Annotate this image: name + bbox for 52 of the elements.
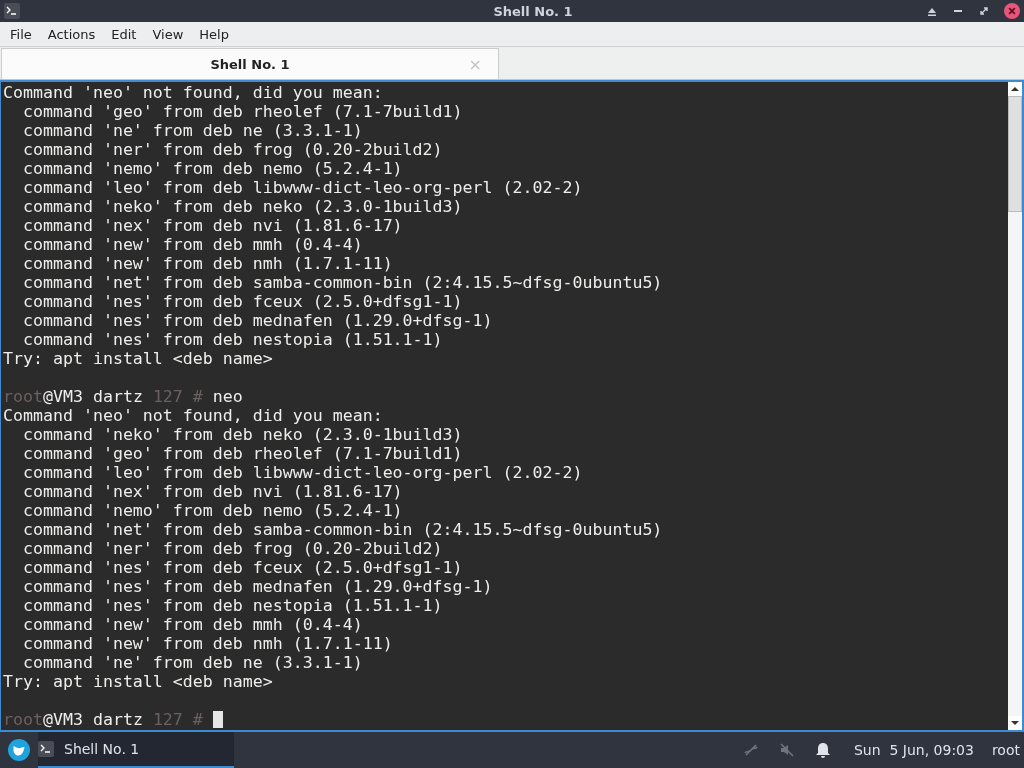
output-line: Command 'neo' not found, did you mean: — [3, 406, 384, 425]
output-line: Command 'neo' not found, did you mean: — [3, 83, 384, 102]
taskbar-button[interactable]: Shell No. 1 — [38, 732, 234, 768]
output-line: command 'nes' from deb nestopia (1.51.1-1) — [21, 596, 444, 615]
scrollbar[interactable] — [1008, 82, 1022, 730]
user-name[interactable]: root — [991, 742, 1020, 758]
output-line: command 'nemo' from deb nemo (5.2.4-1) — [21, 501, 404, 520]
menu-item[interactable]: View — [144, 26, 192, 42]
output-line: Try: apt install <deb name> — [3, 672, 274, 691]
scroll-down-icon[interactable] — [1008, 716, 1022, 730]
output-line: command 'nes' from deb mednafen (1.29.0+dfsg-1) — [21, 577, 494, 596]
menu-item[interactable]: Help — [191, 26, 237, 42]
menu-item[interactable]: File — [2, 26, 40, 42]
output-line: command 'net' from deb samba-common-bin (2:4.15.5~dfsg-0ubuntu5) — [21, 273, 664, 292]
output-line: command 'nes' from deb mednafen (1.29.0+dfsg-1) — [21, 311, 494, 330]
close-icon[interactable] — [1004, 3, 1020, 19]
output-line: command 'leo' from deb libwww-dict-leo-org-perl (2.02-2) — [21, 178, 584, 197]
scroll-thumb[interactable] — [1008, 96, 1022, 212]
terminal-icon — [38, 741, 54, 757]
output-line: command 'net' from deb samba-common-bin (2:4.15.5~dfsg-0ubuntu5) — [21, 520, 664, 539]
output-line: command 'ne' from deb ne (3.3.1-1) — [21, 653, 364, 672]
prompt-line: root@VM3 dartz 127 # neo — [3, 387, 243, 406]
menu-item[interactable]: Actions — [39, 26, 104, 42]
output-line: command 'nemo' from deb nemo (5.2.4-1) — [21, 159, 404, 178]
output-line: command 'geo' from deb rheolef (7.1-7build1) — [21, 102, 464, 121]
output-line: command 'leo' from deb libwww-dict-leo-org-perl (2.02-2) — [21, 463, 584, 482]
output-line: command 'nes' from deb fceux (2.5.0+dfsg1-1) — [21, 558, 464, 577]
output-line: command 'ner' from deb frog (0.20-2build2) — [21, 140, 444, 159]
output-line: command 'neko' from deb neko (2.3.0-1build3) — [21, 197, 464, 216]
output-line: command 'new' from deb nmh (1.7.1-11) — [21, 634, 394, 653]
clock[interactable]: Sun 5 Jun, 09:03 — [853, 742, 974, 758]
output-line: command 'new' from deb mmh (0.4-4) — [21, 235, 364, 254]
output-line: command 'new' from deb mmh (0.4-4) — [21, 615, 364, 634]
output-line: command 'ner' from deb frog (0.20-2build2) — [21, 539, 444, 558]
output-line: command 'nes' from deb fceux (2.5.0+dfsg1-1) — [21, 292, 464, 311]
output-line: command 'nex' from deb nvi (1.81.6-17) — [21, 216, 404, 235]
output-line: command 'neko' from deb neko (2.3.0-1build3) — [21, 425, 464, 444]
tab[interactable]: Shell No. 1 × — [1, 48, 499, 79]
output-line: command 'geo' from deb rheolef (7.1-7build1) — [21, 444, 464, 463]
scroll-up-icon[interactable] — [1008, 82, 1022, 96]
start-menu-icon[interactable] — [8, 739, 30, 761]
output-line: command 'nes' from deb nestopia (1.51.1-1) — [21, 330, 444, 349]
output-line: command 'nex' from deb nvi (1.81.6-17) — [21, 482, 404, 501]
output-line: command 'ne' from deb ne (3.3.1-1) — [21, 121, 364, 140]
output-line: Try: apt install <deb name> — [3, 349, 274, 368]
terminal-icon[interactable] — [4, 3, 20, 19]
output-line: command 'new' from deb nmh (1.7.1-11) — [21, 254, 394, 273]
maximize-icon[interactable] — [978, 5, 990, 17]
muted-speaker-icon[interactable] — [777, 741, 796, 759]
prompt-line: root@VM3 dartz 127 # — [3, 710, 203, 729]
window-title: Shell No. 1 — [492, 3, 574, 19]
menu-item[interactable]: Edit — [103, 26, 145, 42]
